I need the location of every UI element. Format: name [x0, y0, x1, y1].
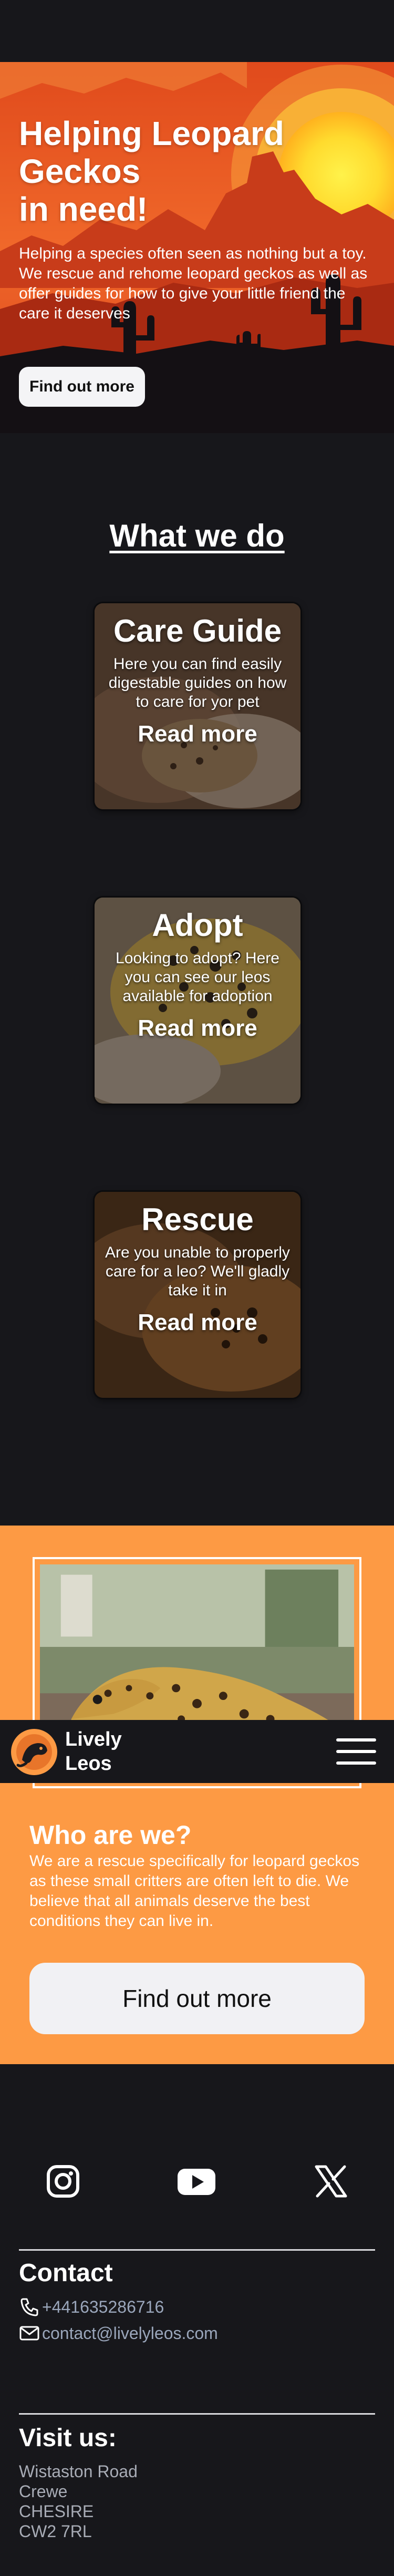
card-description: Are you unable to properly care for a le…	[105, 1244, 290, 1299]
rescue-card[interactable]: Rescue Are you unable to properly care f…	[95, 1192, 300, 1398]
hero-banner: Helping Leopard Geckos in need! Helping …	[0, 62, 394, 433]
card-description: Looking to adopt? Here you can see our l…	[116, 950, 279, 1005]
hero-content: Helping Leopard Geckos in need! Helping …	[19, 115, 376, 324]
address-line: Wistaston Road	[19, 2462, 138, 2481]
email-row[interactable]: contact@livelyleos.com	[19, 2323, 218, 2344]
care-guide-read-more-link[interactable]: Read more	[104, 721, 291, 747]
hamburger-menu-icon[interactable]	[336, 1736, 376, 1767]
adopt-read-more-link[interactable]: Read more	[104, 1015, 291, 1042]
card-title: Rescue	[141, 1202, 254, 1237]
about-section: Who are we? We are a rescue specifically…	[0, 1526, 394, 2064]
lively-leos-logo[interactable]	[11, 1728, 58, 1776]
hero-title: Helping Leopard Geckos in need!	[19, 115, 284, 228]
address-block: Wistaston Road Crewe CHESIRE CW2 7RL	[19, 2461, 138, 2541]
footer-divider	[19, 2413, 375, 2415]
address-line: CHESIRE	[19, 2502, 94, 2521]
youtube-icon[interactable]	[175, 2162, 217, 2200]
card-title: Adopt	[152, 908, 243, 943]
address-line: Crewe	[19, 2482, 68, 2501]
address-line: CW2 7RL	[19, 2522, 92, 2541]
navbar: Lively Leos	[0, 1720, 394, 1783]
care-guide-card[interactable]: Care Guide Here you can find easily dige…	[95, 603, 300, 809]
adopt-card[interactable]: Adopt Looking to adopt? Here you can see…	[95, 898, 300, 1104]
phone-number[interactable]: +441635286716	[42, 2297, 164, 2317]
about-description: We are a rescue specifically for leopard…	[29, 1852, 360, 1930]
visit-heading: Visit us:	[19, 2424, 117, 2452]
x-icon[interactable]	[312, 2162, 350, 2200]
mail-icon	[19, 2326, 39, 2341]
hero-find-out-more-button[interactable]: Find out more	[19, 367, 145, 407]
phone-icon	[20, 2298, 38, 2316]
phone-row[interactable]: +441635286716	[19, 2296, 164, 2317]
contact-heading: Contact	[19, 2259, 113, 2287]
about-find-out-more-button[interactable]: Find out more	[29, 1963, 365, 2034]
about-title: Who are we?	[29, 1820, 192, 1850]
hero-description: Helping a species often seen as nothing …	[19, 245, 368, 322]
brand-name[interactable]: Lively Leos	[65, 1727, 122, 1776]
footer-divider	[19, 2249, 375, 2251]
card-description: Here you can find easily digestable guid…	[108, 655, 287, 710]
instagram-icon[interactable]	[44, 2162, 82, 2200]
rescue-read-more-link[interactable]: Read more	[104, 1310, 291, 1336]
email-address[interactable]: contact@livelyleos.com	[42, 2324, 218, 2343]
what-we-do-title: What we do	[109, 518, 285, 553]
card-title: Care Guide	[113, 613, 282, 648]
